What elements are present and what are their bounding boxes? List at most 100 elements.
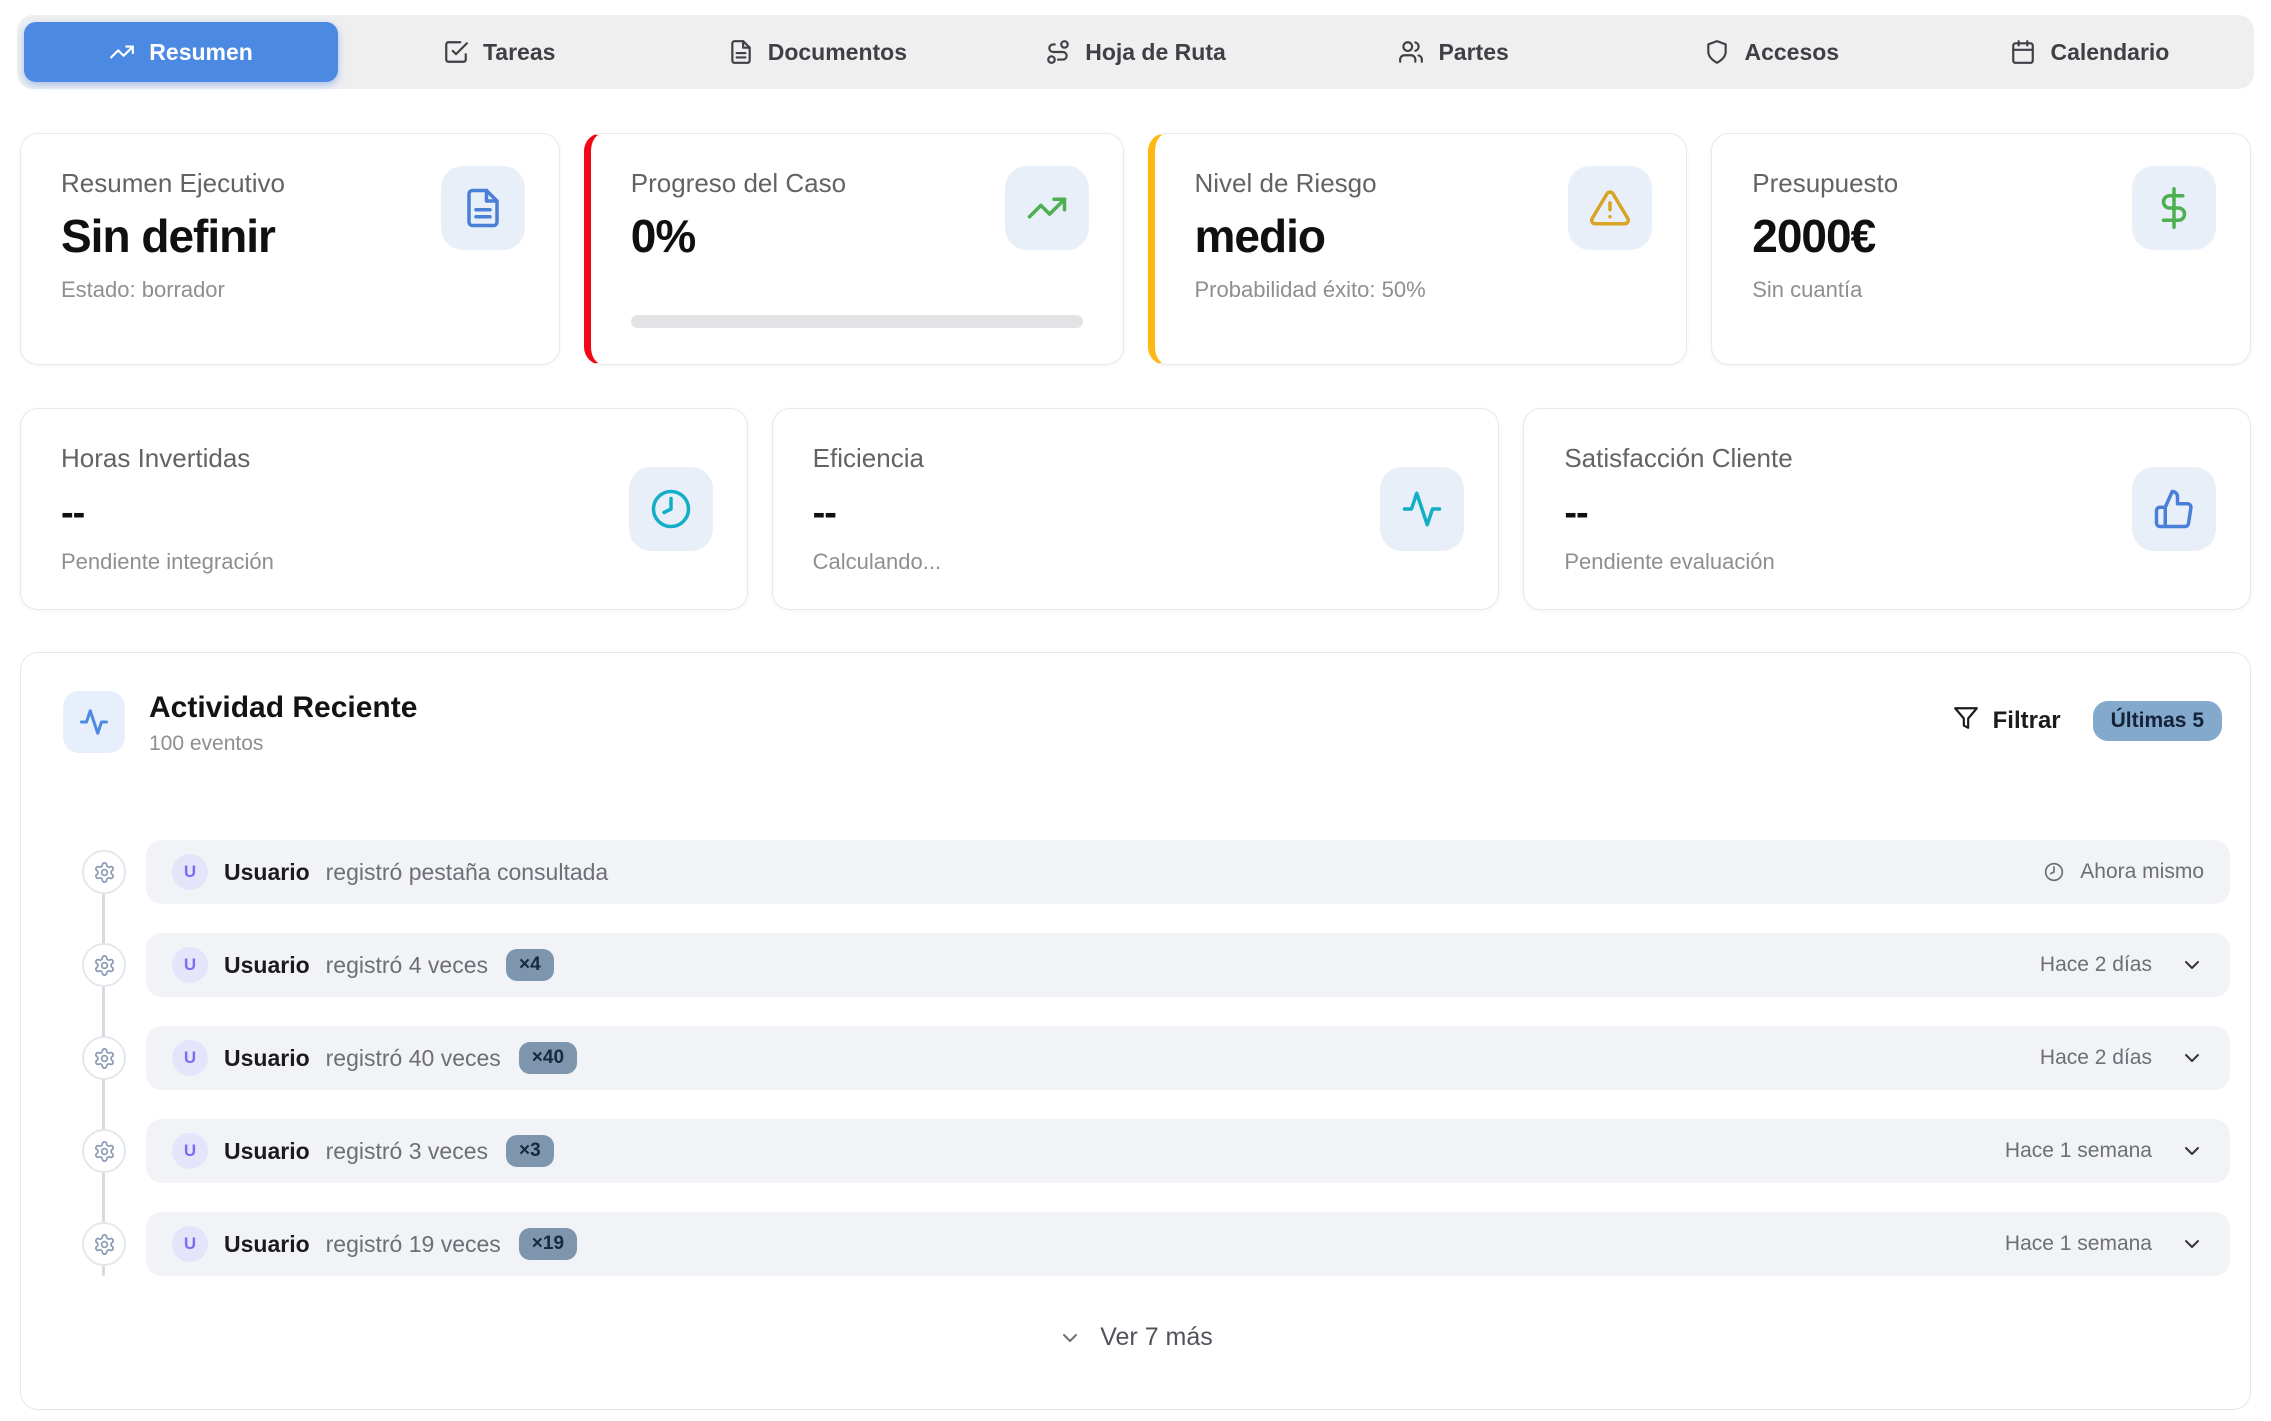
event-time: Hace 2 días bbox=[2040, 1046, 2152, 1070]
stat-card-resumen-ejecutivo: Resumen Ejecutivo Sin definir Estado: bo… bbox=[20, 133, 560, 365]
event-actor: Usuario bbox=[224, 1138, 310, 1165]
card-subtext: Estado: borrador bbox=[61, 277, 519, 303]
thumbs-up-icon bbox=[2132, 467, 2216, 551]
clock-icon bbox=[2044, 862, 2064, 882]
tab-label: Documentos bbox=[768, 39, 907, 66]
avatar: U bbox=[172, 1133, 208, 1169]
tab-label: Hoja de Ruta bbox=[1085, 39, 1226, 66]
card-value: -- bbox=[61, 492, 707, 535]
chevron-down-icon bbox=[1058, 1326, 1082, 1350]
show-more-label: Ver 7 más bbox=[1100, 1323, 1213, 1352]
tab-label: Partes bbox=[1438, 39, 1508, 66]
metric-card-horas-invertidas: Horas Invertidas -- Pendiente integració… bbox=[20, 408, 748, 610]
card-label: Horas Invertidas bbox=[61, 443, 707, 474]
gear-icon bbox=[82, 1222, 126, 1266]
activity-timeline: U Usuario registró pestaña consultada Ah… bbox=[41, 840, 2230, 1276]
card-value: -- bbox=[813, 492, 1459, 535]
activity-row[interactable]: U Usuario registró 19 veces ×19 Hace 1 s… bbox=[146, 1212, 2230, 1276]
chevron-down-icon[interactable] bbox=[2180, 1046, 2204, 1070]
event-action: registró pestaña consultada bbox=[326, 859, 609, 886]
clock-icon bbox=[629, 467, 713, 551]
count-badge: ×40 bbox=[519, 1042, 577, 1074]
card-subtext: Probabilidad éxito: 50% bbox=[1195, 277, 1647, 303]
tab-tareas[interactable]: Tareas bbox=[342, 22, 656, 82]
tab-resumen[interactable]: Resumen bbox=[24, 22, 338, 82]
tab-partes[interactable]: Partes bbox=[1297, 22, 1611, 82]
activity-event-count: 100 eventos bbox=[149, 732, 417, 756]
avatar: U bbox=[172, 854, 208, 890]
check-square-icon bbox=[443, 39, 469, 65]
card-subtext: Calculando... bbox=[813, 549, 1459, 575]
avatar: U bbox=[172, 1040, 208, 1076]
tab-label: Accesos bbox=[1744, 39, 1839, 66]
gear-icon bbox=[82, 943, 126, 987]
trending-up-icon bbox=[1005, 166, 1089, 250]
avatar: U bbox=[172, 947, 208, 983]
card-subtext: Pendiente evaluación bbox=[1564, 549, 2210, 575]
activity-title: Actividad Reciente bbox=[149, 691, 417, 725]
count-badge: ×19 bbox=[519, 1228, 577, 1260]
stat-card-row: Resumen Ejecutivo Sin definir Estado: bo… bbox=[20, 133, 2251, 365]
tab-hoja-de-ruta[interactable]: Hoja de Ruta bbox=[978, 22, 1292, 82]
card-label: Eficiencia bbox=[813, 443, 1459, 474]
stat-card-nivel-de-riesgo: Nivel de Riesgo medio Probabilidad éxito… bbox=[1148, 133, 1688, 365]
count-badge: ×4 bbox=[506, 949, 554, 981]
filter-button[interactable]: Filtrar bbox=[1947, 704, 2067, 739]
filter-label: Filtrar bbox=[1993, 707, 2061, 735]
tab-label: Calendario bbox=[2050, 39, 2169, 66]
tab-documentos[interactable]: Documentos bbox=[660, 22, 974, 82]
event-actor: Usuario bbox=[224, 1231, 310, 1258]
event-time: Hace 1 semana bbox=[2005, 1139, 2152, 1163]
filter-icon bbox=[1953, 705, 1979, 738]
users-icon bbox=[1398, 39, 1424, 65]
event-actor: Usuario bbox=[224, 952, 310, 979]
activity-header: Actividad Reciente 100 eventos Filtrar Ú… bbox=[63, 691, 2222, 756]
event-action: registró 4 veces bbox=[326, 952, 488, 979]
card-value: -- bbox=[1564, 492, 2210, 535]
event-time: Ahora mismo bbox=[2080, 860, 2204, 884]
route-icon bbox=[1045, 39, 1071, 65]
event-time: Hace 1 semana bbox=[2005, 1232, 2152, 1256]
file-text-icon bbox=[441, 166, 525, 250]
event-action: registró 40 veces bbox=[326, 1045, 501, 1072]
file-text-icon bbox=[728, 39, 754, 65]
tab-accesos[interactable]: Accesos bbox=[1615, 22, 1929, 82]
stat-card-presupuesto: Presupuesto 2000€ Sin cuantía bbox=[1711, 133, 2251, 365]
activity-panel: Actividad Reciente 100 eventos Filtrar Ú… bbox=[20, 652, 2251, 1410]
event-time: Hace 2 días bbox=[2040, 953, 2152, 977]
count-badge: ×3 bbox=[506, 1135, 554, 1167]
metric-card-row: Horas Invertidas -- Pendiente integració… bbox=[20, 408, 2251, 598]
gear-icon bbox=[82, 850, 126, 894]
activity-row[interactable]: U Usuario registró 4 veces ×4 Hace 2 día… bbox=[146, 933, 2230, 997]
case-dashboard: Resumen Tareas Documentos Hoja de Ruta P… bbox=[0, 0, 2271, 1421]
chevron-down-icon[interactable] bbox=[2180, 1232, 2204, 1256]
activity-row[interactable]: U Usuario registró pestaña consultada Ah… bbox=[146, 840, 2230, 904]
chevron-down-icon[interactable] bbox=[2180, 1139, 2204, 1163]
calendar-icon bbox=[2010, 39, 2036, 65]
gear-icon bbox=[82, 1036, 126, 1080]
activity-pulse-icon bbox=[63, 691, 125, 753]
last-events-badge[interactable]: Últimas 5 bbox=[2093, 701, 2222, 741]
alert-triangle-icon bbox=[1568, 166, 1652, 250]
tab-calendario[interactable]: Calendario bbox=[1933, 22, 2247, 82]
tab-label: Resumen bbox=[149, 39, 253, 66]
trending-up-icon bbox=[109, 39, 135, 65]
show-more-button[interactable]: Ver 7 más bbox=[1052, 1322, 1219, 1353]
gear-icon bbox=[82, 1129, 126, 1173]
stat-card-progreso-del-caso: Progreso del Caso 0% bbox=[584, 133, 1124, 365]
card-subtext: Pendiente integración bbox=[61, 549, 707, 575]
progress-bar bbox=[631, 315, 1083, 328]
chevron-down-icon[interactable] bbox=[2180, 953, 2204, 977]
event-actor: Usuario bbox=[224, 1045, 310, 1072]
dollar-icon bbox=[2132, 166, 2216, 250]
card-label: Satisfacción Cliente bbox=[1564, 443, 2210, 474]
avatar: U bbox=[172, 1226, 208, 1262]
event-action: registró 19 veces bbox=[326, 1231, 501, 1258]
metric-card-eficiencia: Eficiencia -- Calculando... bbox=[772, 408, 1500, 610]
activity-row[interactable]: U Usuario registró 3 veces ×3 Hace 1 sem… bbox=[146, 1119, 2230, 1183]
tab-label: Tareas bbox=[483, 39, 555, 66]
metric-card-satisfaccion-cliente: Satisfacción Cliente -- Pendiente evalua… bbox=[1523, 408, 2251, 610]
event-actor: Usuario bbox=[224, 859, 310, 886]
activity-row[interactable]: U Usuario registró 40 veces ×40 Hace 2 d… bbox=[146, 1026, 2230, 1090]
shield-icon bbox=[1704, 39, 1730, 65]
